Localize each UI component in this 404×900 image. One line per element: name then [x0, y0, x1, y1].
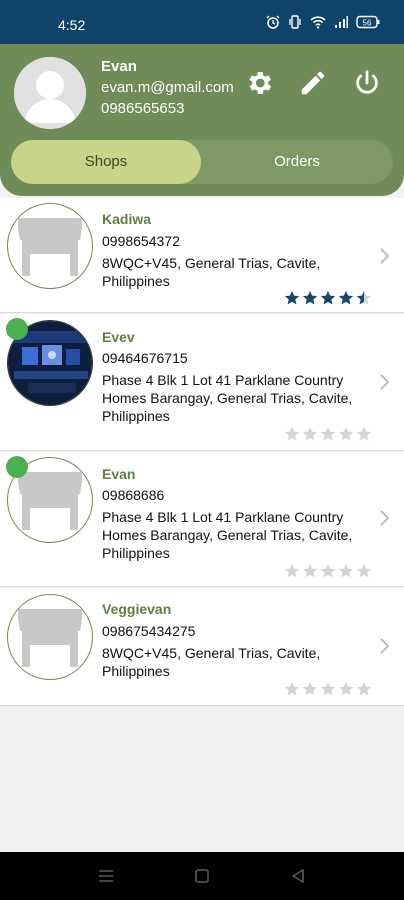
alarm-icon	[266, 15, 280, 29]
profile-name: Evan	[101, 58, 137, 75]
profile-header: Evan evan.m@gmail.com 0986565653 Shops O…	[0, 44, 404, 196]
shop-card[interactable]: Evev 09464676715 Phase 4 Blk 1 Lot 41 Pa…	[0, 314, 404, 451]
star-icon	[302, 427, 318, 441]
rating-stars	[284, 426, 372, 442]
pencil-icon[interactable]	[298, 68, 328, 98]
wifi-icon	[310, 16, 326, 29]
status-icons: 56	[266, 15, 380, 29]
online-indicator	[6, 456, 28, 478]
gear-icon[interactable]	[244, 68, 274, 98]
chevron-right-icon	[380, 248, 390, 264]
star-icon	[356, 291, 372, 305]
shop-address: 8WQC+V45, General Trias, Cavite, Philipp…	[102, 255, 321, 289]
rating-stars	[284, 290, 372, 306]
rating-stars	[284, 563, 372, 579]
star-icon	[284, 564, 300, 578]
shop-name: Evan	[102, 466, 136, 482]
shop-address: Phase 4 Blk 1 Lot 41 Parklane Country Ho…	[102, 372, 353, 424]
star-icon	[356, 682, 372, 696]
shop-card[interactable]: Evan 09868686 Phase 4 Blk 1 Lot 41 Parkl…	[0, 452, 404, 587]
profile-phone: 0986565653	[101, 100, 185, 117]
user-placeholder-icon	[14, 57, 86, 129]
shop-name: Veggievan	[102, 601, 172, 617]
battery-icon: 56	[356, 15, 380, 29]
system-nav-bar	[0, 852, 404, 900]
power-icon[interactable]	[352, 68, 382, 98]
shop-phone: 09868686	[102, 487, 165, 503]
signal-icon	[335, 16, 348, 28]
star-icon	[356, 427, 372, 441]
star-icon	[320, 291, 336, 305]
star-icon	[320, 682, 336, 696]
online-indicator	[6, 318, 28, 340]
star-icon	[302, 291, 318, 305]
star-icon	[338, 427, 354, 441]
star-icon	[284, 427, 300, 441]
chevron-right-icon	[380, 510, 390, 526]
shop-name: Evev	[102, 329, 135, 345]
star-icon	[302, 682, 318, 696]
profile-email: evan.m@gmail.com	[101, 79, 234, 96]
shop-card[interactable]: Veggievan 098675434275 8WQC+V45, General…	[0, 588, 404, 706]
home-icon[interactable]	[192, 866, 212, 886]
status-time: 4:52	[58, 17, 86, 33]
tab-bar: Shops Orders	[11, 140, 393, 184]
star-icon	[338, 291, 354, 305]
star-icon	[338, 682, 354, 696]
shop-name: Kadiwa	[102, 211, 152, 227]
shop-phone: 09464676715	[102, 350, 188, 366]
status-bar: 4:52 56	[0, 0, 404, 44]
chevron-right-icon	[380, 374, 390, 390]
star-icon	[356, 564, 372, 578]
vibrate-icon	[289, 15, 301, 29]
store-icon	[18, 609, 82, 667]
chevron-right-icon	[380, 638, 390, 654]
shop-image	[7, 203, 93, 289]
shop-phone: 098675434275	[102, 623, 196, 639]
shop-phone: 0998654372	[102, 233, 180, 249]
star-icon	[338, 564, 354, 578]
star-icon	[320, 427, 336, 441]
shop-address: 8WQC+V45, General Trias, Cavite, Philipp…	[102, 645, 321, 679]
battery-level: 56	[363, 19, 372, 28]
tab-shops[interactable]: Shops	[11, 140, 201, 184]
star-icon	[320, 564, 336, 578]
star-icon	[284, 291, 300, 305]
back-icon[interactable]	[288, 866, 308, 886]
store-icon	[18, 218, 82, 276]
tab-orders[interactable]: Orders	[201, 140, 393, 184]
shop-address: Phase 4 Blk 1 Lot 41 Parklane Country Ho…	[102, 509, 353, 561]
avatar[interactable]	[14, 57, 86, 129]
rating-stars	[284, 681, 372, 697]
shop-image	[7, 594, 93, 680]
star-icon	[302, 564, 318, 578]
menu-icon[interactable]	[96, 866, 116, 886]
shop-card[interactable]: Kadiwa 0998654372 8WQC+V45, General Tria…	[0, 198, 404, 313]
star-icon	[284, 682, 300, 696]
